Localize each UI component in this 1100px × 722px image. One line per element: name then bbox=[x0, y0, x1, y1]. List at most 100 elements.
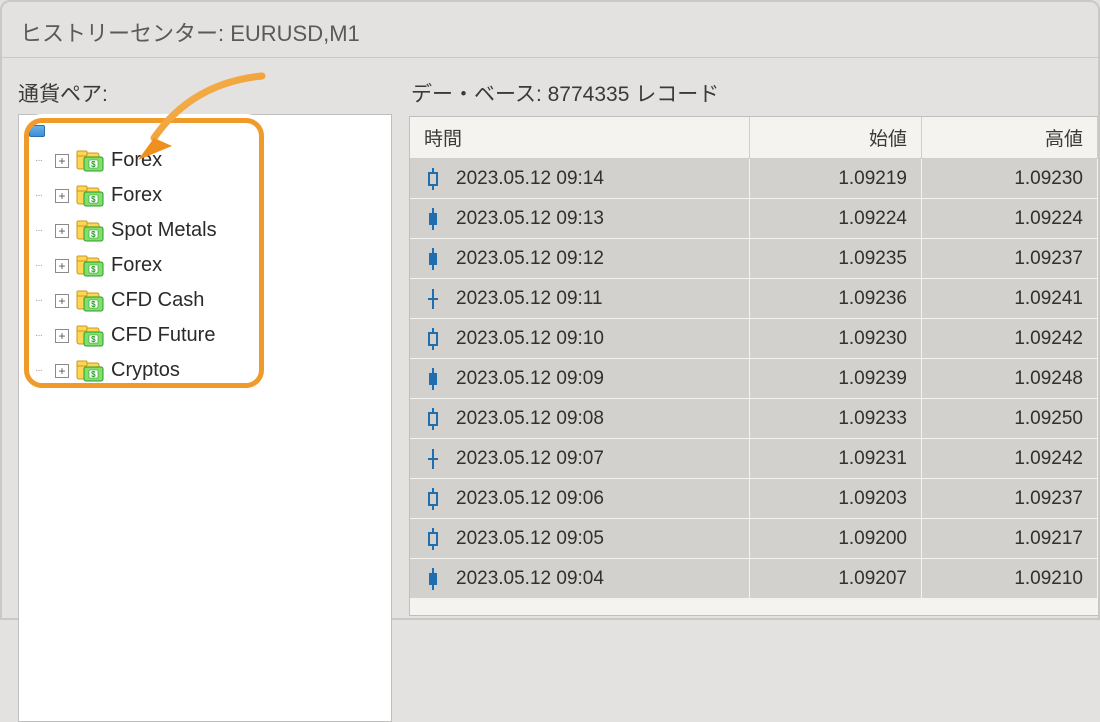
tree-item[interactable]: ··· + $ Cryptos bbox=[35, 353, 387, 388]
folder-icon: $ bbox=[75, 150, 105, 172]
table-row[interactable]: 2023.05.12 09:07 1.09231 1.09242 bbox=[410, 439, 1098, 479]
tree-connector-icon: ··· bbox=[35, 190, 49, 201]
table-row[interactable]: 2023.05.12 09:081.092331.09250 bbox=[410, 399, 1098, 439]
cell-high: 1.09242 bbox=[1014, 328, 1083, 350]
cell-time: 2023.05.12 09:06 bbox=[456, 488, 604, 510]
tree-connector-icon: ··· bbox=[35, 155, 49, 166]
tree-expand-icon[interactable]: + bbox=[55, 259, 69, 273]
candle-icon bbox=[424, 205, 442, 233]
tree-connector-icon: ··· bbox=[35, 365, 49, 376]
cell-open: 1.09224 bbox=[838, 208, 907, 230]
folder-icon: $ bbox=[75, 255, 105, 277]
cell-high: 1.09217 bbox=[1014, 528, 1083, 550]
svg-text:$: $ bbox=[91, 264, 96, 273]
cell-time: 2023.05.12 09:04 bbox=[456, 568, 604, 590]
candle-icon bbox=[424, 525, 442, 553]
cell-high: 1.09210 bbox=[1014, 568, 1083, 590]
table-row[interactable]: 2023.05.12 09:051.092001.09217 bbox=[410, 519, 1098, 559]
table-row[interactable]: 2023.05.12 09:04 1.09207 1.09210 bbox=[410, 559, 1098, 599]
data-grid[interactable]: 時間 始値 高値 2023.05.12 09:141.092191.092302… bbox=[409, 116, 1098, 616]
table-row[interactable]: 2023.05.12 09:101.092301.09242 bbox=[410, 319, 1098, 359]
window-titlebar: ヒストリーセンター: EURUSD,M1 bbox=[2, 2, 1098, 58]
table-row[interactable]: 2023.05.12 09:06 1.09203 1.09237 bbox=[410, 479, 1098, 519]
symbols-label: 通貨ペア: bbox=[18, 78, 409, 108]
tree-item-label: CFD Future bbox=[111, 324, 215, 347]
candle-icon bbox=[424, 485, 442, 513]
candle-icon bbox=[424, 325, 442, 353]
cell-high: 1.09237 bbox=[1014, 488, 1083, 510]
history-center-window: ヒストリーセンター: EURUSD,M1 通貨ペア: bbox=[0, 0, 1100, 620]
tree-connector-icon: ··· bbox=[35, 260, 49, 271]
cell-time: 2023.05.12 09:11 bbox=[456, 288, 603, 310]
tree-expand-icon[interactable]: + bbox=[55, 294, 69, 308]
symbols-tree[interactable]: ··· + $ Forex ··· + $ Forex ··· + $ Spot Meta… bbox=[18, 114, 392, 722]
tree-expand-icon[interactable]: + bbox=[55, 154, 69, 168]
tree-item[interactable]: ··· + $ CFD Future bbox=[35, 318, 387, 353]
cell-open: 1.09230 bbox=[838, 328, 907, 350]
column-header-high[interactable]: 高値 bbox=[922, 117, 1098, 159]
record-count: 8774335 bbox=[548, 83, 630, 106]
folder-icon: $ bbox=[75, 185, 105, 207]
tree-item-label: Cryptos bbox=[111, 359, 180, 382]
tree-connector-icon: ··· bbox=[35, 225, 49, 236]
tree-item-label: Spot Metals bbox=[111, 219, 217, 242]
cell-open: 1.09203 bbox=[838, 488, 907, 510]
candle-icon bbox=[424, 405, 442, 433]
tree-item[interactable]: ··· + $ Spot Metals bbox=[35, 213, 387, 248]
tree-item[interactable]: ··· + $ Forex bbox=[35, 248, 387, 283]
tree-item[interactable]: ··· + $ Forex bbox=[35, 178, 387, 213]
tree-connector-icon: ··· bbox=[35, 330, 49, 341]
cell-open: 1.09239 bbox=[838, 368, 907, 390]
svg-text:$: $ bbox=[91, 299, 96, 308]
svg-text:$: $ bbox=[91, 229, 96, 238]
cell-time: 2023.05.12 09:07 bbox=[456, 448, 604, 470]
column-header-time[interactable]: 時間 bbox=[410, 117, 750, 159]
cell-open: 1.09200 bbox=[838, 528, 907, 550]
symbols-panel: 通貨ペア: ··· + $ Forex ··· + bbox=[2, 58, 409, 618]
cell-open: 1.09236 bbox=[838, 288, 907, 310]
folder-icon: $ bbox=[75, 290, 105, 312]
cell-open: 1.09207 bbox=[838, 568, 907, 590]
cell-high: 1.09241 bbox=[1014, 288, 1083, 310]
column-header-open[interactable]: 始値 bbox=[750, 117, 922, 159]
tree-item-label: Forex bbox=[111, 149, 162, 172]
table-row[interactable]: 2023.05.12 09:121.092351.09237 bbox=[410, 239, 1098, 279]
content-area: 通貨ペア: ··· + $ Forex ··· + bbox=[2, 58, 1098, 618]
candle-icon bbox=[424, 445, 442, 473]
tree-connector-icon: ··· bbox=[35, 295, 49, 306]
candle-icon bbox=[424, 245, 442, 273]
cell-time: 2023.05.12 09:13 bbox=[456, 208, 604, 230]
cell-high: 1.09237 bbox=[1014, 248, 1083, 270]
grid-header: 時間 始値 高値 bbox=[410, 117, 1098, 159]
table-row[interactable]: 2023.05.12 09:14 1.09219 1.09230 bbox=[410, 159, 1098, 199]
folder-icon: $ bbox=[75, 325, 105, 347]
tree-expand-icon[interactable]: + bbox=[55, 189, 69, 203]
candle-icon bbox=[424, 165, 442, 193]
tree-item-label: CFD Cash bbox=[111, 289, 204, 312]
cell-open: 1.09233 bbox=[838, 408, 907, 430]
cell-open: 1.09231 bbox=[838, 448, 907, 470]
cell-time: 2023.05.12 09:14 bbox=[456, 168, 604, 190]
data-panel: デー・ベース: 8774335 レコード 時間 始値 高値 2023.05.12… bbox=[409, 58, 1098, 618]
cell-high: 1.09230 bbox=[1014, 168, 1083, 190]
tree-expand-icon[interactable]: + bbox=[55, 224, 69, 238]
tree-item-label: Forex bbox=[111, 254, 162, 277]
tree-expand-icon[interactable]: + bbox=[55, 329, 69, 343]
tree-expand-icon[interactable]: + bbox=[55, 364, 69, 378]
svg-text:$: $ bbox=[91, 194, 96, 203]
candle-icon bbox=[424, 285, 442, 313]
window-title: ヒストリーセンター: EURUSD,M1 bbox=[20, 16, 360, 48]
tree-item[interactable]: ··· + $ Forex bbox=[35, 143, 387, 178]
table-row[interactable]: 2023.05.12 09:131.092241.09224 bbox=[410, 199, 1098, 239]
cell-high: 1.09242 bbox=[1014, 448, 1083, 470]
table-row[interactable]: 2023.05.12 09:091.092391.09248 bbox=[410, 359, 1098, 399]
cell-time: 2023.05.12 09:12 bbox=[456, 248, 604, 270]
tree-item-label: Forex bbox=[111, 184, 162, 207]
tree-item[interactable]: ··· + $ CFD Cash bbox=[35, 283, 387, 318]
table-row[interactable]: 2023.05.12 09:11 1.09236 1.09241 bbox=[410, 279, 1098, 319]
svg-text:$: $ bbox=[91, 159, 96, 168]
cell-open: 1.09219 bbox=[838, 168, 907, 190]
cell-high: 1.09250 bbox=[1014, 408, 1083, 430]
cell-time: 2023.05.12 09:09 bbox=[456, 368, 604, 390]
folder-icon: $ bbox=[75, 360, 105, 382]
